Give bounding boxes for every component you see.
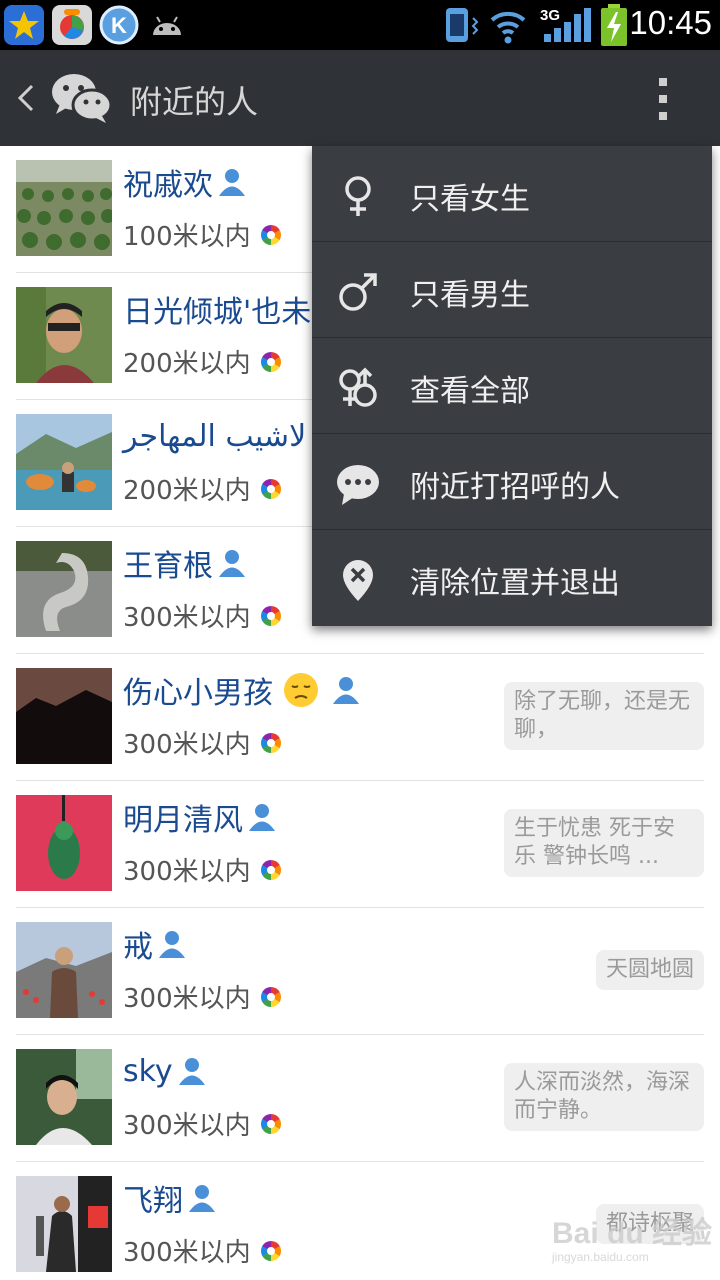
list-item[interactable]: 戒 300米以内 天圆地圆 xyxy=(0,908,720,1035)
status-bar: K 3G 10:45 xyxy=(0,0,720,50)
menu-item-label: 清除位置并退出 xyxy=(410,566,620,601)
signature-bubble: 除了无聊，还是无聊， xyxy=(504,682,704,750)
avatar xyxy=(16,795,112,891)
baidu-watermark-url: jingyan.baidu.com xyxy=(552,1250,649,1264)
avatar xyxy=(16,668,112,764)
male-icon xyxy=(339,273,377,311)
signature-bubble: 生于忧患 死于安乐 警钟长鸣 ... xyxy=(504,809,704,877)
wechat-logo-icon xyxy=(52,74,112,123)
person-name: 日光倾城'也未 xyxy=(123,295,312,330)
male-person-icon xyxy=(178,1058,205,1085)
avatar xyxy=(16,1049,112,1145)
menu-item-label: 查看全部 xyxy=(410,374,530,409)
dot xyxy=(659,95,667,103)
person-name: 祝戚欢 xyxy=(123,168,213,203)
dot xyxy=(659,112,667,120)
vibrate-icon xyxy=(446,8,479,42)
person-name: 戒 xyxy=(123,930,153,965)
signature-bubble: 天圆地圆 xyxy=(595,950,704,990)
menu-item-nearby-greetings[interactable]: 附近打招呼的人 xyxy=(312,434,712,530)
color-wheel-icon xyxy=(260,732,281,753)
menu-item-female-only[interactable]: 只看女生 xyxy=(312,146,712,242)
male-person-icon xyxy=(333,677,359,704)
avatar xyxy=(16,287,112,383)
menu-item-label: 只看男生 xyxy=(410,278,530,313)
distance-label: 300米以内 xyxy=(123,1111,251,1141)
all-genders-icon xyxy=(339,367,377,407)
male-person-icon xyxy=(189,1185,215,1212)
color-wheel-icon xyxy=(260,605,281,626)
list-item[interactable]: sky 300米以内 人深而淡然，海深而宁静。 xyxy=(0,1035,720,1162)
network-type-label: 3G xyxy=(540,7,560,24)
svg-text:K: K xyxy=(111,13,127,38)
color-wheel-icon xyxy=(260,1240,281,1261)
distance-label: 200米以内 xyxy=(123,476,251,506)
android-icon xyxy=(147,5,187,45)
clock: 10:45 xyxy=(629,4,712,41)
back-chevron-icon[interactable] xyxy=(14,80,38,116)
wifi-icon xyxy=(490,11,526,44)
chat-bubble-icon xyxy=(337,465,379,505)
menu-item-male-only[interactable]: 只看男生 xyxy=(312,242,712,338)
menu-item-clear-location[interactable]: 清除位置并退出 xyxy=(312,530,712,626)
male-person-icon xyxy=(219,169,245,196)
battery-charging-icon xyxy=(601,4,627,46)
person-name: sky xyxy=(123,1053,173,1089)
distance-label: 300米以内 xyxy=(123,857,251,887)
menu-item-label: 附近打招呼的人 xyxy=(410,470,620,505)
menu-item-view-all[interactable]: 查看全部 xyxy=(312,338,712,434)
dot xyxy=(659,78,667,86)
menu-item-label: 只看女生 xyxy=(410,182,530,217)
sad-face-emoji-icon xyxy=(284,673,318,707)
signature-bubble: 人深而淡然，海深而宁静。 xyxy=(504,1063,704,1131)
distance-label: 300米以内 xyxy=(123,984,251,1014)
male-person-icon xyxy=(249,804,275,831)
avatar xyxy=(16,922,112,1018)
person-name: 伤心小男孩 xyxy=(123,676,273,711)
page-title: 附近的人 xyxy=(130,83,259,121)
color-wheel-icon xyxy=(260,859,281,880)
person-name: لاشيب المهاجر xyxy=(123,418,307,454)
distance-label: 300米以内 xyxy=(123,730,251,760)
signal-icon: 3G xyxy=(540,7,591,42)
star-app-icon xyxy=(4,5,44,45)
list-item[interactable]: 伤心小男孩 300米以内 除了无聊，还是无聊， xyxy=(0,654,720,781)
color-wheel-icon xyxy=(260,224,281,245)
male-person-icon xyxy=(159,931,185,958)
action-bar: 附近的人 xyxy=(0,50,720,146)
distance-label: 100米以内 xyxy=(123,222,251,252)
distance-label: 300米以内 xyxy=(123,1238,251,1268)
k-app-icon: K xyxy=(99,5,139,45)
distance-label: 200米以内 xyxy=(123,349,251,379)
overflow-menu-button[interactable] xyxy=(640,74,686,124)
color-wheel-icon xyxy=(260,351,281,372)
person-name: 飞翔 xyxy=(123,1184,183,1219)
avatar xyxy=(16,160,112,256)
list-item[interactable]: 明月清风 300米以内 生于忧患 死于安乐 警钟长鸣 ... xyxy=(0,781,720,908)
color-wheel-icon xyxy=(260,986,281,1007)
baidu-watermark: Bai du 经验 xyxy=(552,1217,713,1250)
male-person-icon xyxy=(219,550,245,577)
person-name: 明月清风 xyxy=(123,803,243,838)
female-icon xyxy=(345,176,371,216)
color-wheel-icon xyxy=(260,1113,281,1134)
avatar xyxy=(16,414,112,510)
overflow-popup-menu: 只看女生 只看男生 查看全部 附近打招呼的人 清除位置并退出 xyxy=(312,146,712,626)
app-store-icon xyxy=(52,5,92,45)
clear-location-icon xyxy=(343,560,373,601)
avatar xyxy=(16,541,112,637)
distance-label: 300米以内 xyxy=(123,603,251,633)
person-name: 王育根 xyxy=(123,549,213,584)
avatar xyxy=(16,1176,112,1272)
color-wheel-icon xyxy=(260,478,281,499)
